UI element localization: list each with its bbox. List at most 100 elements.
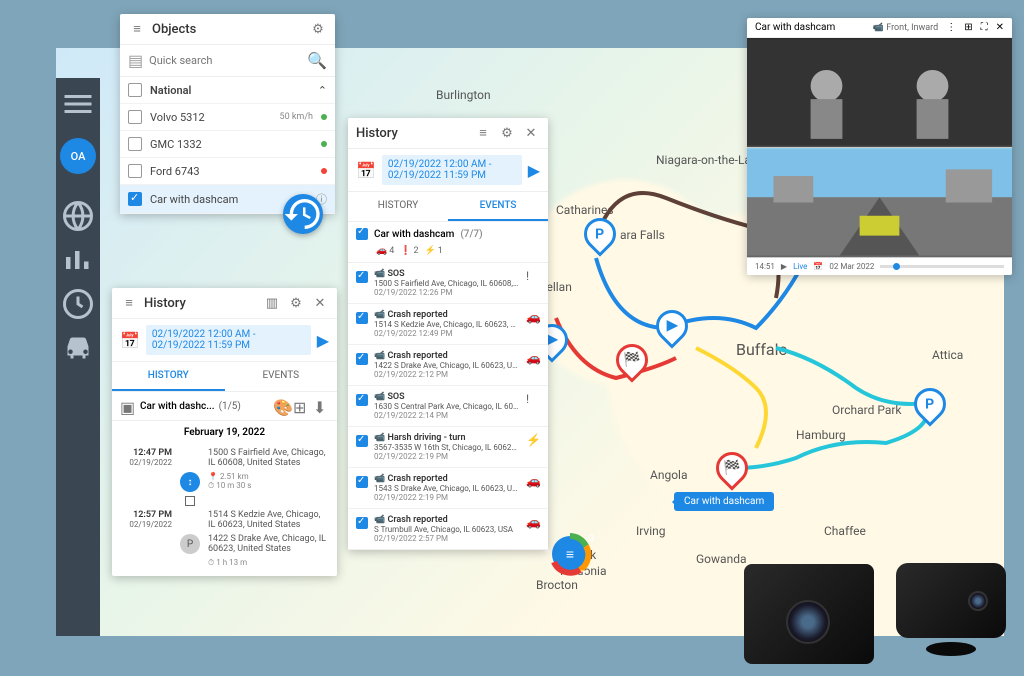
map-marker-finish[interactable]: 🏁 <box>716 452 748 492</box>
event-type-icon: 🚗 <box>526 351 540 365</box>
calendar-icon[interactable]: 📅 <box>356 161 376 180</box>
event-row[interactable]: 📹 Crash reported 1422 S Drake Ave, Chica… <box>348 345 548 386</box>
history-fab[interactable] <box>283 194 323 234</box>
event-type-icon: 🚗 <box>526 310 540 324</box>
checkbox[interactable] <box>128 137 142 151</box>
checkbox[interactable] <box>356 353 368 365</box>
object-row[interactable]: GMC 1332 <box>120 131 335 158</box>
cam-cal-icon[interactable]: 📅 <box>813 262 823 271</box>
event-row[interactable]: 📹 Crash reported 1514 S Kedzie Ave, Chic… <box>348 304 548 345</box>
camera-view-front[interactable] <box>747 148 1012 258</box>
gear-icon[interactable]: ⚙ <box>309 20 327 38</box>
event-title: 📹 Crash reported <box>374 310 520 320</box>
columns-icon[interactable]: ▥ <box>263 294 281 312</box>
map-object-label[interactable]: Car with dashcam <box>674 492 774 511</box>
list-icon[interactable]: ≡ <box>128 20 146 38</box>
checkbox[interactable] <box>356 435 368 447</box>
status-dot <box>321 141 327 147</box>
events-summary: 🚗 4 ❗ 2 ⚡ 1 <box>348 246 548 263</box>
cam-timeline[interactable] <box>880 265 1004 268</box>
event-row[interactable]: 📹 SOS 1630 S Central Park Ave, Chicago, … <box>348 386 548 427</box>
more-icon[interactable]: ⋮ <box>946 22 956 33</box>
checkbox[interactable] <box>128 110 142 124</box>
close-icon[interactable]: ✕ <box>522 124 540 142</box>
dashcam-device-1 <box>744 564 874 664</box>
filter-icon[interactable]: ▤ <box>128 51 143 70</box>
object-group[interactable]: National ⌃ <box>120 77 335 104</box>
camera-view-inward[interactable] <box>747 38 1012 148</box>
object-row[interactable]: Volvo 5312 50 km/h <box>120 104 335 131</box>
list-icon[interactable]: ≡ <box>120 294 138 312</box>
event-address: 1500 S Fairfield Ave, Chicago, IL 60608,… <box>374 279 520 288</box>
avatar[interactable]: OA <box>60 138 96 174</box>
event-timestamp: 02/19/2022 12:49 PM <box>374 329 520 338</box>
date-range[interactable]: 02/19/2022 12:00 AM - 02/19/2022 11:59 P… <box>146 325 311 355</box>
tab-events[interactable]: EVENTS <box>448 192 548 221</box>
checkbox[interactable] <box>356 394 368 406</box>
grid-icon[interactable]: ⊞ <box>964 22 972 33</box>
car-icon[interactable] <box>60 330 96 366</box>
play-icon[interactable]: ▶ <box>528 161 540 180</box>
map-marker-parking[interactable]: P <box>584 218 616 258</box>
palette-icon[interactable]: 🎨 <box>273 398 289 414</box>
event-timestamp: 02/19/2022 2:57 PM <box>374 534 520 543</box>
checkbox[interactable] <box>128 192 142 206</box>
download-icon[interactable]: ⬇ <box>313 398 329 414</box>
search-input[interactable] <box>149 54 301 67</box>
search-icon[interactable]: 🔍 <box>307 51 327 70</box>
cam-live-label[interactable]: Live <box>793 262 807 271</box>
grid-icon[interactable]: ⊞ <box>293 398 309 414</box>
city-catharines: Catharines <box>556 203 614 217</box>
event-title: 📹 Crash reported <box>374 474 520 484</box>
checkbox[interactable] <box>356 271 368 283</box>
globe-icon[interactable] <box>60 198 96 234</box>
stop-icon[interactable] <box>185 496 195 506</box>
map-marker-parking[interactable]: P <box>914 388 946 428</box>
parking-node-icon[interactable]: P <box>180 534 200 554</box>
close-icon[interactable]: ✕ <box>996 22 1004 33</box>
object-row[interactable]: Ford 6743 <box>120 158 335 185</box>
object-name: Ford 6743 <box>150 165 200 178</box>
quick-search: ▤ 🔍 <box>120 45 335 77</box>
calendar-icon[interactable]: 📅 <box>120 331 140 350</box>
group-name: National <box>150 84 191 97</box>
city-irving: Irving <box>636 524 666 538</box>
event-address: 1630 S Central Park Ave, Chicago, IL 606… <box>374 402 520 411</box>
route-node-icon[interactable]: ↕ <box>180 472 200 492</box>
event-title: 📹 Harsh driving - turn <box>374 433 520 443</box>
stats-icon[interactable] <box>60 242 96 278</box>
collapse-icon[interactable]: ▣ <box>120 398 136 414</box>
panel-title: History <box>144 296 186 311</box>
camera-title: Car with dashcam <box>755 22 835 33</box>
map-cluster[interactable]: ≡ 4 3 7 <box>548 532 592 576</box>
status-dot <box>321 168 327 174</box>
play-icon[interactable]: ▶ <box>317 331 329 350</box>
date-range[interactable]: 02/19/2022 12:00 AM - 02/19/2022 11:59 P… <box>382 155 522 185</box>
clock-icon[interactable] <box>60 286 96 322</box>
city-burlington: Burlington <box>436 88 491 102</box>
menu-icon[interactable] <box>60 86 96 122</box>
panel-title: History <box>356 126 398 141</box>
tab-history[interactable]: HISTORY <box>348 192 448 221</box>
cam-play-icon[interactable]: ▶ <box>781 262 787 271</box>
checkbox[interactable] <box>356 517 368 529</box>
tab-events[interactable]: EVENTS <box>225 362 338 391</box>
history-panel-large: History ≡ ⚙ ✕ 📅 02/19/2022 12:00 AM - 02… <box>348 118 548 550</box>
cam-time: 14:51 <box>755 262 775 271</box>
map-marker-finish[interactable]: 🏁 <box>616 344 648 384</box>
event-row[interactable]: 📹 Crash reported S Trumbull Ave, Chicago… <box>348 509 548 550</box>
columns-icon[interactable]: ≡ <box>474 124 492 142</box>
checkbox[interactable] <box>128 164 142 178</box>
tab-history[interactable]: HISTORY <box>112 362 225 391</box>
checkbox[interactable] <box>356 476 368 488</box>
gear-icon[interactable]: ⚙ <box>287 294 305 312</box>
event-row[interactable]: 📹 Crash reported 1543 S Drake Ave, Chica… <box>348 468 548 509</box>
expand-icon[interactable]: ⛶ <box>981 22 988 33</box>
checkbox[interactable] <box>356 312 368 324</box>
map-marker-play[interactable]: ▶ <box>656 310 688 350</box>
close-icon[interactable]: ✕ <box>311 294 329 312</box>
event-row[interactable]: 📹 SOS 1500 S Fairfield Ave, Chicago, IL … <box>348 263 548 304</box>
event-row[interactable]: 📹 Harsh driving - turn 3567-3535 W 16th … <box>348 427 548 468</box>
city-buffalo: Buffalo <box>736 340 788 359</box>
gear-icon[interactable]: ⚙ <box>498 124 516 142</box>
